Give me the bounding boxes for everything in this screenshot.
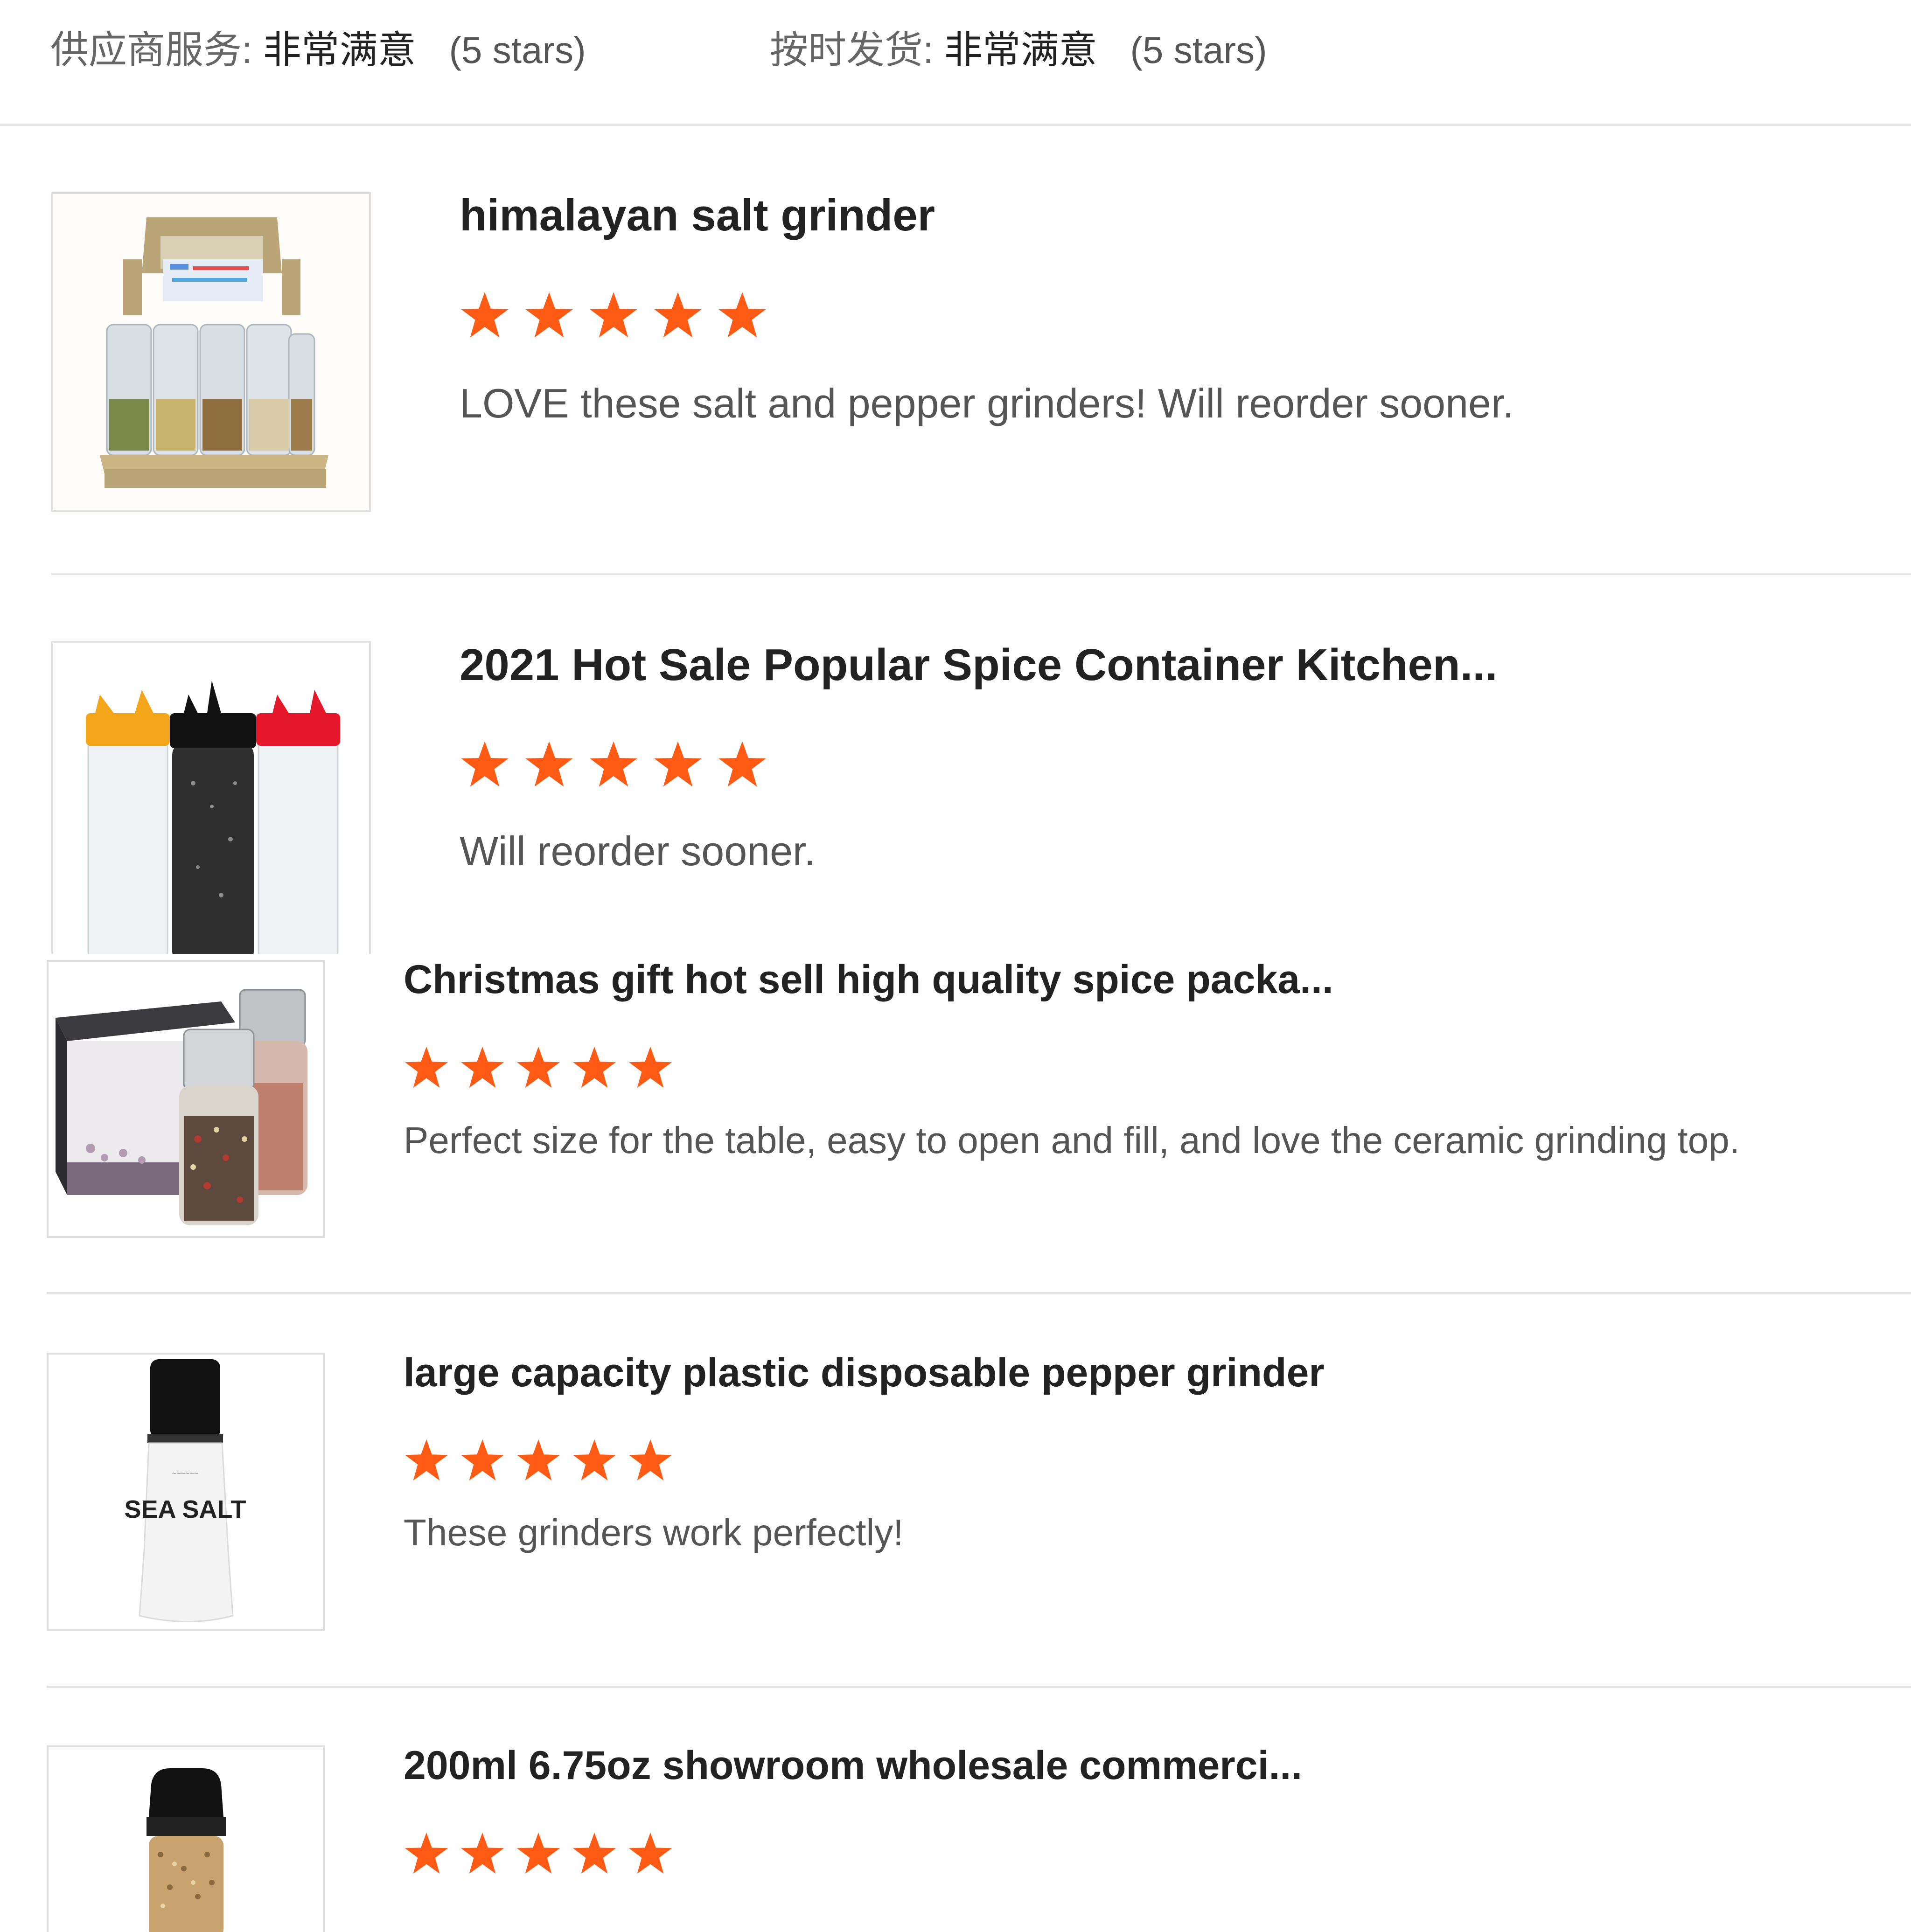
star-icon — [718, 292, 766, 338]
star-icon — [405, 1832, 448, 1874]
star-icon — [590, 741, 637, 787]
product-image-salt-grinder-box[interactable] — [51, 192, 371, 512]
star-icon — [461, 741, 509, 787]
product-image-pepper-grinder[interactable]: ~~~~~~ SEA SALT — [47, 1353, 325, 1631]
star-icon — [628, 1046, 672, 1088]
product-image-spice-containers[interactable] — [51, 641, 371, 954]
product-image-christmas-gift-grinder[interactable] — [47, 960, 325, 1238]
review-star-rating — [404, 1831, 673, 1876]
review-star-rating — [404, 1438, 673, 1483]
review-comment: These grinders work perfectly! — [404, 1512, 904, 1553]
star-icon — [461, 292, 509, 338]
star-icon — [628, 1832, 672, 1874]
rating-value: 非常满意 — [263, 29, 416, 71]
review-star-rating — [460, 739, 767, 790]
star-icon — [516, 1439, 560, 1481]
rating-stars-text: (5 stars) — [1130, 29, 1267, 71]
star-icon — [525, 292, 573, 338]
supplier-rating-bar: 供应商服务: 非常满意 (5 stars) 按时发货: 非常满意 (5 star… — [0, 0, 1911, 126]
review-comment: LOVE these salt and pepper grinders! Wil… — [460, 380, 1514, 426]
supplier-service-rating: 供应商服务: 非常满意 (5 stars) — [50, 22, 586, 78]
rating-label: 按时发货: — [770, 29, 934, 71]
review-star-rating — [460, 290, 767, 341]
review-product-title[interactable]: Christmas gift hot sell high quality spi… — [404, 954, 1333, 1005]
star-icon — [590, 292, 637, 338]
on-time-shipping-rating: 按时发货: 非常满意 (5 stars) — [770, 22, 1267, 78]
rating-stars-text: (5 stars) — [449, 29, 586, 71]
salt-grinder-box-image — [53, 194, 369, 510]
christmas-gift-grinder-image — [49, 962, 323, 1236]
star-icon — [718, 741, 766, 787]
review-comment: Perfect size for the table, easy to open… — [404, 1119, 1740, 1161]
pepper-grinder-image: ~~~~~~ SEA SALT — [49, 1355, 323, 1629]
review-product-title[interactable]: 200ml 6.75oz showroom wholesale commerci… — [404, 1740, 1302, 1791]
star-icon — [654, 741, 702, 787]
star-icon — [572, 1046, 616, 1088]
star-icon — [460, 1046, 504, 1088]
rating-value: 非常满意 — [944, 29, 1097, 71]
rating-label: 供应商服务: — [50, 29, 252, 71]
star-icon — [516, 1046, 560, 1088]
star-icon — [405, 1046, 448, 1088]
review-product-title[interactable]: large capacity plastic disposable pepper… — [404, 1347, 1325, 1398]
star-icon — [572, 1439, 616, 1481]
review-divider — [47, 1292, 1911, 1294]
spice-container-image — [53, 643, 369, 954]
star-icon — [516, 1832, 560, 1874]
review-divider — [47, 1686, 1911, 1688]
star-icon — [654, 292, 702, 338]
svg-text:~~~~~~: ~~~~~~ — [172, 1470, 198, 1478]
review-star-rating — [404, 1045, 673, 1091]
star-icon — [405, 1439, 448, 1481]
sea-salt-label: SEA SALT — [124, 1495, 246, 1523]
star-icon — [572, 1832, 616, 1874]
product-image-spice-grinder-200ml[interactable] — [47, 1745, 325, 1932]
review-product-title[interactable]: 2021 Hot Sale Popular Spice Container Ki… — [460, 637, 1498, 693]
star-icon — [460, 1832, 504, 1874]
star-icon — [628, 1439, 672, 1481]
star-icon — [525, 741, 573, 787]
spice-grinder-200ml-image — [49, 1747, 323, 1932]
review-comment: Will reorder sooner. — [460, 828, 816, 874]
review-product-title[interactable]: himalayan salt grinder — [460, 188, 935, 243]
star-icon — [460, 1439, 504, 1481]
review-divider — [51, 573, 1911, 575]
